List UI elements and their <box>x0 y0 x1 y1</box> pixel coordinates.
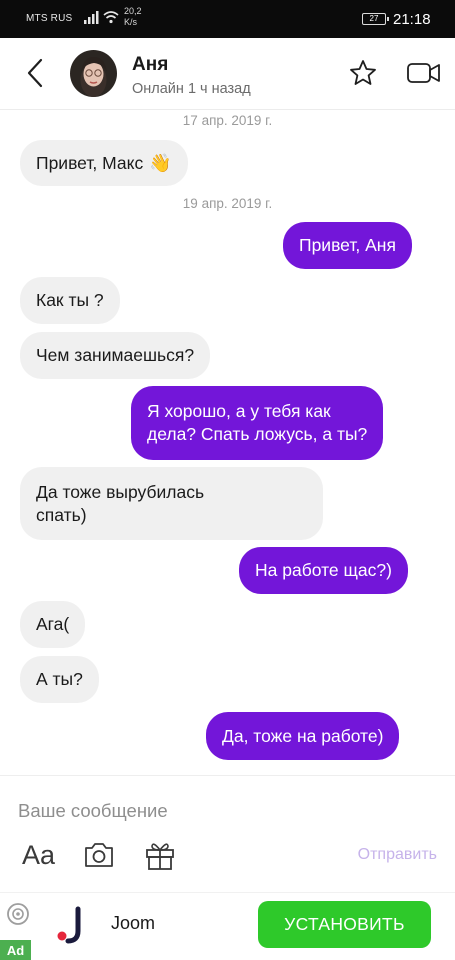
message-incoming[interactable]: Да тоже вырубилась спать) <box>20 467 323 540</box>
carrier-label: MTS RUS <box>26 13 73 24</box>
message-line: Да тоже вырубилась <box>36 481 205 502</box>
star-outline-icon[interactable] <box>348 58 378 88</box>
ad-choices-icon[interactable] <box>6 902 30 926</box>
battery-indicator: 27 <box>362 13 389 25</box>
install-button[interactable]: УСТАНОВИТЬ <box>258 901 431 948</box>
message-input[interactable]: Ваше сообщение <box>18 800 168 822</box>
message-incoming[interactable]: А ты? <box>20 656 99 703</box>
message-line: спать) <box>36 504 87 525</box>
message-text: Чем занимаешься? <box>36 345 195 365</box>
camera-icon[interactable] <box>82 838 116 872</box>
ad-banner[interactable]: Ad Joom УСТАНОВИТЬ <box>0 892 455 960</box>
contact-name[interactable]: Аня <box>132 54 168 76</box>
wifi-icon <box>103 11 119 24</box>
message-text: Ага( <box>36 614 70 634</box>
avatar[interactable] <box>70 50 117 97</box>
message-text: Я хорошо, а у тебя как дела? Спать ложус… <box>147 400 367 446</box>
ad-label: Ad <box>0 940 31 960</box>
message-text: Да тоже вырубилась спать) <box>36 481 204 527</box>
text-format-button[interactable]: Aa <box>22 838 58 872</box>
message-line: дела? Спать ложусь, а ты? <box>147 424 368 444</box>
signal-icon <box>84 11 99 24</box>
ad-brand-name: Joom <box>111 913 156 933</box>
message-incoming[interactable]: Как ты ? <box>20 277 120 324</box>
status-bar: MTS RUS 20,2 K/s 27 21:18 <box>0 0 455 38</box>
video-camera-icon[interactable] <box>406 60 442 86</box>
send-button[interactable]: Отправить <box>358 846 437 864</box>
message-incoming[interactable]: Привет, Макс 👋 <box>20 140 188 186</box>
message-incoming[interactable]: Ага( <box>20 601 86 648</box>
message-incoming[interactable]: Чем занимаешься? <box>20 332 211 379</box>
gift-icon[interactable] <box>143 838 177 872</box>
message-list[interactable]: 17 апр. 2019 г. Привет, Макс 👋 19 апр. 2… <box>0 110 455 775</box>
network-speed: 20,2 K/s <box>124 6 142 28</box>
waving-hand-icon: 👋 <box>149 152 172 173</box>
message-line: Я хорошо, а у тебя как <box>147 401 331 421</box>
contact-status: Онлайн 1 ч назад <box>132 81 251 97</box>
message-composer: Ваше сообщение Aa Отправить <box>0 775 455 892</box>
speed-value: 20,2 <box>124 6 142 16</box>
message-text: Да, тоже на работе) <box>222 725 384 746</box>
message-outgoing[interactable]: Да, тоже на работе) <box>206 712 400 760</box>
message-text: Как ты ? <box>36 290 104 310</box>
chevron-left-icon[interactable] <box>18 56 52 90</box>
date-separator: 19 апр. 2019 г. <box>182 196 273 211</box>
message-text: Привет, Макс <box>36 152 144 173</box>
message-outgoing[interactable]: Я хорошо, а у тебя как дела? Спать ложус… <box>131 386 384 460</box>
chat-header: Аня Онлайн 1 ч назад <box>0 38 455 110</box>
date-separator: 17 апр. 2019 г. <box>182 113 273 128</box>
clock: 21:18 <box>393 11 431 28</box>
message-outgoing[interactable]: Привет, Аня <box>283 222 412 269</box>
message-text: А ты? <box>36 669 83 689</box>
joom-logo-icon <box>57 906 81 944</box>
message-text: Привет, Аня <box>299 235 396 255</box>
message-text: На работе щас?) <box>255 560 392 580</box>
message-outgoing[interactable]: На работе щас?) <box>239 547 408 594</box>
speed-unit: K/s <box>124 17 138 27</box>
